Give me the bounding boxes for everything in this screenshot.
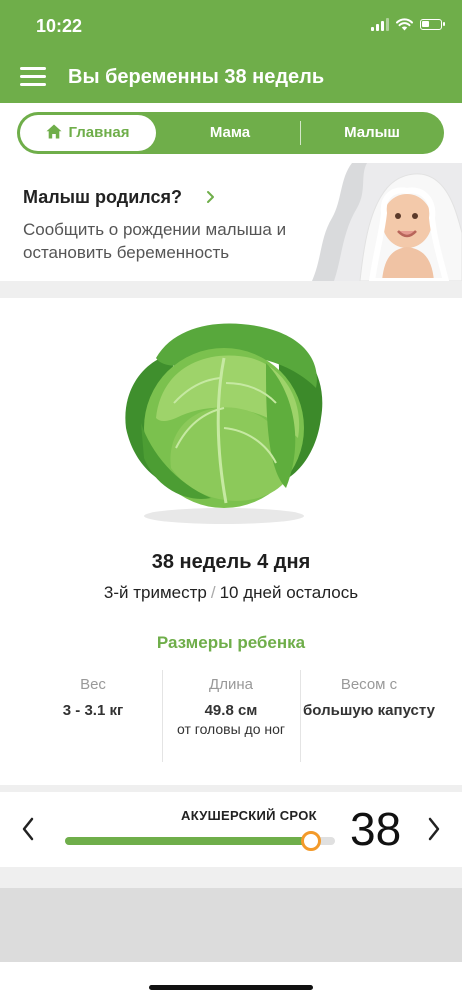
- home-icon: [46, 124, 62, 139]
- term-label: АКУШЕРСКИЙ СРОК: [181, 808, 317, 823]
- status-icons: [371, 18, 445, 31]
- stat-weight-label: Вес: [80, 676, 106, 693]
- tab-home-label: Главная: [68, 124, 130, 141]
- stat-weight: Вес 3 - 3.1 кг: [24, 670, 162, 720]
- trimester: 3-й триместр: [103, 583, 207, 602]
- baby-born-card[interactable]: Малыш родился? Сообщить о рождении малыш…: [0, 163, 462, 281]
- stat-length-sub: от головы до ног: [176, 721, 286, 737]
- baby-photo: [312, 163, 462, 281]
- tabs-bar: Главная Мама Малыш: [0, 103, 462, 163]
- week-slider-thumb[interactable]: [301, 831, 321, 851]
- content-placeholder: [0, 888, 462, 962]
- week-slider[interactable]: [65, 831, 335, 851]
- signal-icon: [371, 18, 389, 31]
- stat-weight-value: 3 - 3.1 кг: [62, 702, 124, 719]
- baby-born-description: Сообщить о рождении малыша и остановить …: [23, 220, 287, 262]
- stat-length-label: Длина: [209, 676, 253, 693]
- hamburger-menu-icon[interactable]: [20, 67, 46, 87]
- status-time: 10:22: [36, 16, 83, 36]
- tab-mom[interactable]: Мама: [175, 112, 285, 154]
- stat-length: Длина 49.8 см от головы до ног: [162, 670, 300, 738]
- stat-comparison: Весом с большую капусту: [300, 670, 438, 720]
- baby-sizes-title: Размеры ребенка: [156, 633, 306, 652]
- separator: /: [210, 583, 216, 602]
- chevron-right-icon: [207, 191, 214, 203]
- previous-week-arrow-icon[interactable]: [20, 816, 36, 842]
- pregnancy-summary-card: 38 недель 4 дня 3-й триместр/10 дней ост…: [0, 298, 462, 785]
- cabbage-icon: [125, 323, 323, 524]
- term-selector: АКУШЕРСКИЙ СРОК 38: [0, 792, 462, 867]
- tab-baby[interactable]: Малыш: [307, 112, 437, 154]
- baby-stats: Вес 3 - 3.1 кг Длина 49.8 см от головы д…: [24, 670, 438, 762]
- home-indicator[interactable]: [149, 985, 313, 990]
- tab-baby-label: Малыш: [344, 124, 400, 141]
- pregnancy-week: 38 недель 4 дня: [151, 551, 311, 573]
- stat-comparison-value: большую капусту: [303, 702, 435, 719]
- tab-mom-label: Мама: [209, 124, 251, 141]
- battery-icon: [420, 19, 445, 30]
- trimester-line: 3-й триместр/10 дней осталось: [0, 583, 462, 603]
- home-indicator-area: [0, 962, 462, 1000]
- stat-comparison-label: Весом с: [340, 676, 398, 693]
- page-title: Вы беременны 38 недель: [68, 66, 325, 88]
- app-header: 10:22 Вы беременны 38 недель: [0, 0, 462, 103]
- next-week-arrow-icon[interactable]: [426, 816, 442, 842]
- days-left: 10 дней осталось: [219, 583, 359, 602]
- current-week-number: 38: [350, 803, 402, 855]
- segmented-tabs: Главная Мама Малыш: [17, 112, 444, 154]
- tab-divider: [300, 121, 301, 145]
- tab-home[interactable]: Главная: [20, 115, 156, 151]
- baby-born-title: Малыш родился?: [23, 187, 182, 207]
- week-slider-fill: [65, 837, 311, 845]
- stat-length-value: 49.8 см: [204, 702, 258, 719]
- status-bar: 10:22: [0, 0, 462, 52]
- wifi-icon: [396, 18, 413, 31]
